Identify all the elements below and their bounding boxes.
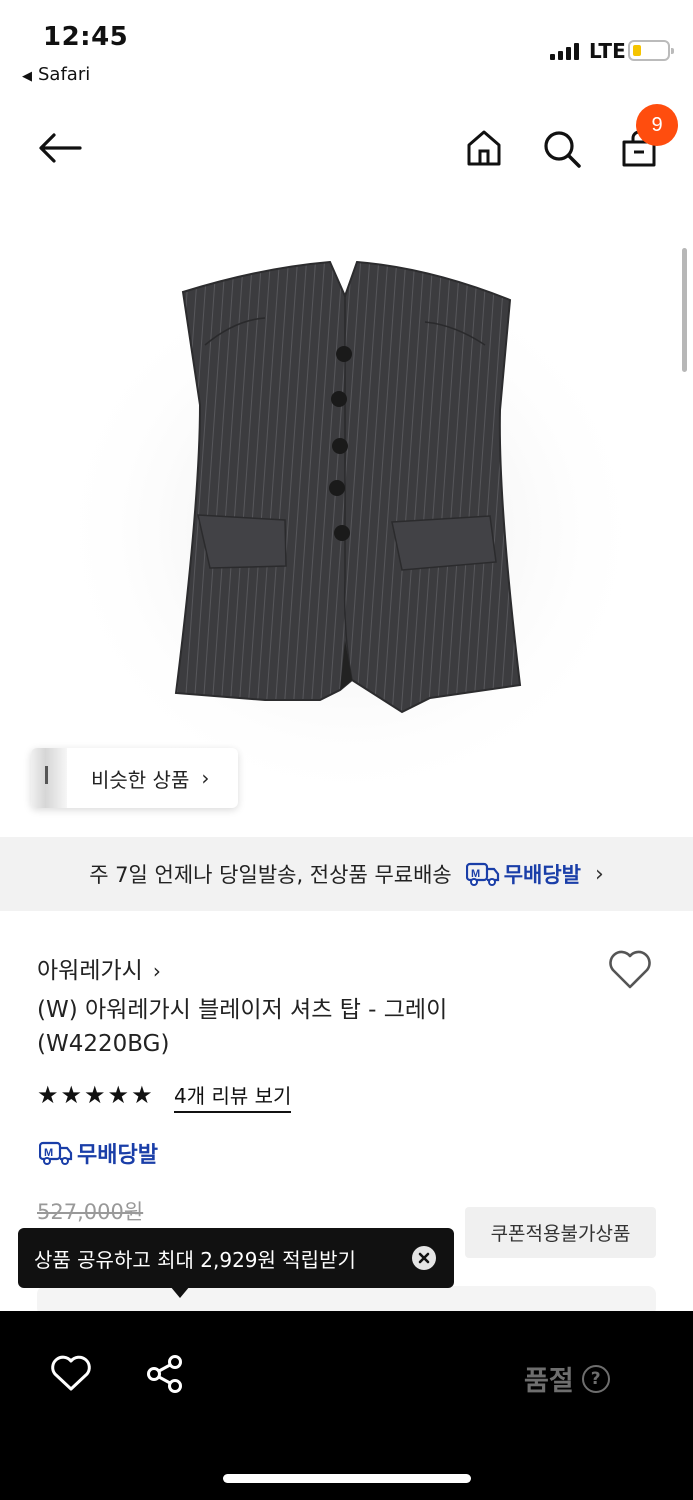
similar-products-label: 비슷한 상품 bbox=[91, 767, 190, 792]
star-icon: ★ bbox=[107, 1081, 130, 1109]
status-time: 12:45 bbox=[43, 22, 129, 52]
shipping-banner[interactable]: 주 7일 언제나 당일발송, 전상품 무료배송 M 무배당발 › bbox=[0, 837, 693, 911]
cart-count-badge: 9 bbox=[636, 104, 678, 146]
delivery-truck-icon: M bbox=[39, 1141, 73, 1165]
product-title: (W) 아워레가시 블레이저 셔츠 탑 - 그레이 (W4220BG) bbox=[37, 993, 557, 1061]
review-link[interactable]: 4개 리뷰 보기 bbox=[174, 1080, 292, 1113]
share-icon[interactable] bbox=[145, 1354, 185, 1394]
delivery-badge-label: 무배당발 bbox=[77, 1143, 158, 1168]
help-icon[interactable]: ? bbox=[581, 1364, 610, 1393]
star-icon: ★ bbox=[131, 1081, 153, 1109]
top-nav bbox=[0, 100, 693, 200]
shipping-text: 주 7일 언제나 당일발송, 전상품 무료배송 bbox=[89, 863, 452, 887]
original-price: 527,000원 bbox=[37, 1200, 144, 1224]
product-photo bbox=[50, 250, 650, 810]
wishlist-heart-icon[interactable] bbox=[50, 1354, 92, 1392]
wishlist-heart-icon[interactable] bbox=[607, 948, 653, 990]
brand-name: 아워레가시 bbox=[37, 958, 143, 984]
toast-text: 상품 공유하고 최대 2,929원 적립받기 bbox=[34, 1247, 356, 1272]
delivery-truck-icon: M bbox=[465, 862, 499, 886]
star-icon: ★ bbox=[37, 1081, 59, 1109]
back-app-label: Safari bbox=[38, 64, 91, 85]
svg-text:M: M bbox=[471, 868, 480, 880]
chevron-right-icon: › bbox=[152, 959, 161, 983]
coupon-status-button[interactable]: 쿠폰적용불가상품 bbox=[465, 1207, 656, 1258]
product-title-line2: (W4220BG) bbox=[37, 1031, 170, 1057]
back-to-app-link[interactable]: ◀ Safari bbox=[22, 64, 90, 85]
close-icon[interactable] bbox=[412, 1246, 436, 1270]
star-icon: ★ bbox=[60, 1081, 83, 1109]
image-scrollbar[interactable] bbox=[682, 248, 687, 372]
svg-text:M: M bbox=[44, 1147, 53, 1159]
chevron-right-icon: › bbox=[201, 766, 210, 790]
back-triangle-icon: ◀ bbox=[22, 69, 32, 84]
signal-icon bbox=[550, 42, 579, 60]
toast-pointer bbox=[170, 1286, 190, 1298]
back-arrow-icon[interactable] bbox=[38, 132, 82, 164]
product-image[interactable] bbox=[0, 200, 693, 837]
sold-out-label: 품절 bbox=[524, 1366, 574, 1397]
search-icon[interactable] bbox=[542, 129, 582, 169]
sold-out-status: 품절 ? bbox=[524, 1359, 610, 1398]
status-bar: 12:45 ◀ Safari LTE bbox=[0, 0, 693, 95]
delivery-badge-secondary: M 무배당발 bbox=[39, 1137, 158, 1169]
similar-product-thumbnail bbox=[31, 748, 67, 808]
similar-products-button[interactable]: 비슷한 상품 › bbox=[31, 748, 238, 808]
share-reward-toast: 상품 공유하고 최대 2,929원 적립받기 bbox=[18, 1228, 454, 1298]
brand-link[interactable]: 아워레가시 › bbox=[37, 951, 161, 985]
home-icon[interactable] bbox=[465, 129, 503, 167]
delivery-badge-label: 무배당발 bbox=[503, 863, 581, 887]
home-indicator[interactable] bbox=[223, 1474, 471, 1483]
network-label: LTE bbox=[589, 39, 626, 63]
product-title-line1: (W) 아워레가시 블레이저 셔츠 탑 - 그레이 bbox=[37, 997, 448, 1023]
bottom-action-bar: 품절 ? bbox=[0, 1311, 693, 1500]
rating-stars: ★ ★ ★ ★ ★ bbox=[37, 1081, 153, 1109]
chevron-right-icon: › bbox=[595, 861, 604, 887]
battery-icon bbox=[628, 40, 674, 61]
star-icon: ★ bbox=[84, 1081, 106, 1109]
delivery-badge: M 무배당발 bbox=[465, 859, 581, 889]
